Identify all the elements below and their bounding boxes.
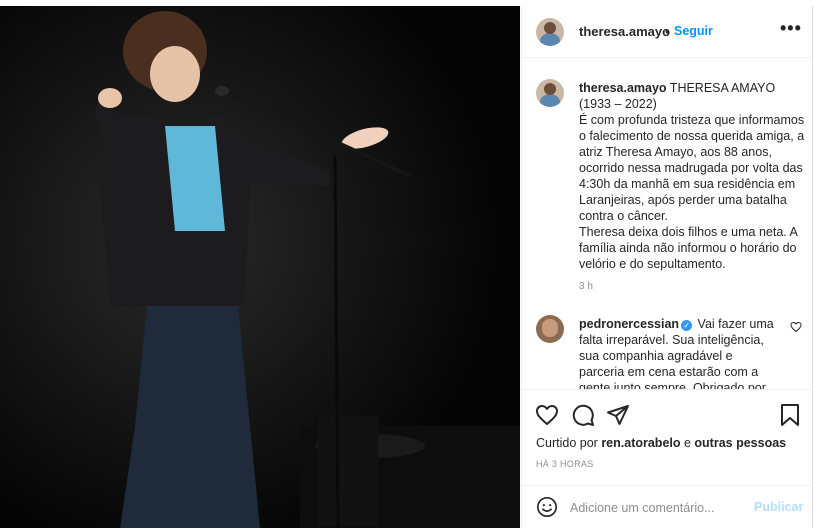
heart-icon[interactable] <box>535 403 559 427</box>
page-edge <box>813 6 828 528</box>
liked-by-user[interactable]: ren.atorabelo <box>601 436 680 450</box>
comment-icon[interactable] <box>571 403 595 427</box>
add-comment-bar: Publicar <box>522 485 814 528</box>
comment-item: pedronercessian ✓ Vai fazer uma falta irr… <box>579 316 779 389</box>
caption-avatar[interactable] <box>536 79 564 107</box>
post-photo[interactable] <box>0 6 520 528</box>
post-side-panel: theresa.amayo • Seguir ••• theresa.amayo… <box>521 6 814 528</box>
separator-dot: • <box>665 24 670 39</box>
commenter-username[interactable]: pedronercessian <box>579 317 679 331</box>
likes-others-link[interactable]: outras pessoas <box>694 436 786 450</box>
likes-joiner: e <box>680 436 695 450</box>
post-caption: theresa.amayo THERESA AMAYO (1933 – 2022… <box>579 80 809 272</box>
commenter-avatar[interactable] <box>536 315 564 343</box>
stage-performer-image <box>0 6 520 528</box>
bookmark-icon[interactable] <box>779 403 801 427</box>
more-options-icon[interactable]: ••• <box>780 18 802 39</box>
comment-like-heart-icon[interactable] <box>790 321 802 333</box>
publish-button[interactable]: Publicar <box>754 500 803 514</box>
verified-badge-icon: ✓ <box>681 320 693 331</box>
post-author-username[interactable]: theresa.amayo <box>579 24 670 39</box>
caption-username[interactable]: theresa.amayo <box>579 81 667 95</box>
likes-summary: Curtido por ren.atorabelo e outras pesso… <box>536 436 786 450</box>
caption-time[interactable]: 3 h <box>579 281 593 292</box>
instagram-post-dialog: theresa.amayo • Seguir ••• theresa.amayo… <box>0 0 828 532</box>
emoji-icon[interactable] <box>536 496 558 518</box>
send-icon[interactable] <box>606 403 630 427</box>
likes-prefix: Curtido por <box>536 436 602 450</box>
follow-button[interactable]: Seguir <box>674 24 713 38</box>
post-timestamp[interactable]: HÁ 3 HORAS <box>536 459 594 469</box>
avatar[interactable] <box>536 18 564 46</box>
comments-list[interactable]: theresa.amayo THERESA AMAYO (1933 – 2022… <box>522 59 814 389</box>
caption-text: THERESA AMAYO (1933 – 2022) É com profun… <box>579 81 805 271</box>
comment-input[interactable] <box>570 498 740 518</box>
post-header: theresa.amayo • Seguir ••• <box>522 6 814 58</box>
